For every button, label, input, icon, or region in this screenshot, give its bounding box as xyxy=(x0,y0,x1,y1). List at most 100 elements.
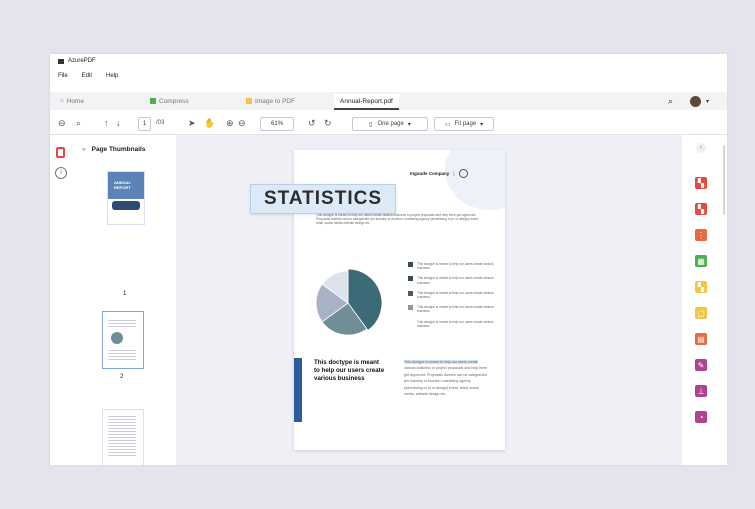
thumbnail-title: Page Thumbnails xyxy=(91,146,146,153)
convert-to-ppt-icon[interactable]: ▤ xyxy=(695,333,707,345)
legend-item: This doctype is meant to help our users … xyxy=(408,290,496,300)
legend: This doctype is meant to help our users … xyxy=(408,262,496,334)
app-title: AzurePDF xyxy=(68,58,96,64)
tab-annual-report-label: Annual-Report.pdf xyxy=(340,97,393,105)
rail-scrollbar[interactable] xyxy=(723,145,725,215)
search-icon[interactable]: ⌕ xyxy=(76,116,81,130)
tab-home-label: Home xyxy=(66,97,84,105)
page-icon: ▯ xyxy=(369,121,373,128)
tab-annual-report[interactable]: Annual-Report.pdf xyxy=(334,94,399,110)
thumbnail-page-3[interactable] xyxy=(102,409,144,465)
split-icon[interactable]: ▚ xyxy=(695,203,707,215)
menu-bar: File Edit Help xyxy=(50,70,727,82)
page-number-input[interactable]: 1 xyxy=(138,117,152,131)
app-logo-icon xyxy=(58,58,64,64)
company-name: Ingoude Company xyxy=(410,171,450,176)
callout-bar xyxy=(294,358,302,422)
thumbnail-label-1: 1 xyxy=(123,291,127,297)
body-highlight: This doctype is meant to help our users … xyxy=(404,360,478,364)
thumb-pie xyxy=(111,332,123,344)
legend-swatch xyxy=(408,276,413,282)
edit-pdf-icon[interactable]: ✎ xyxy=(695,359,707,371)
legend-label: This doctype is meant to help our users … xyxy=(417,319,494,328)
body-rest: various business or project proposals an… xyxy=(404,366,488,397)
thumbnail-page-2[interactable] xyxy=(102,311,144,369)
body-text: This doctype is meant to help our users … xyxy=(404,359,488,397)
tab-image-to-pdf[interactable]: Image to PDF xyxy=(246,94,295,108)
arrow-down-icon[interactable]: ↓ xyxy=(116,116,121,130)
hand-tool-icon[interactable]: ✋ xyxy=(204,116,215,130)
convert-to-excel-icon[interactable]: ▦ xyxy=(695,255,707,267)
cover-title: ANNUAL REPORT xyxy=(114,180,131,190)
tab-strip: ⌂ Home Compress Image to PDF Annual-Repo… xyxy=(50,94,727,110)
chevron-down-icon: ▾ xyxy=(407,121,411,128)
rotate-left-icon[interactable]: ↺ xyxy=(308,116,316,130)
thumbnail-header: « Page Thumbnails xyxy=(82,146,145,153)
left-rail: i xyxy=(50,135,73,465)
legend-label: This doctype is meant to help our users … xyxy=(417,276,494,285)
zoom-in-icon[interactable]: ⊕ xyxy=(226,116,234,130)
tab-compress-label: Compress xyxy=(159,97,189,105)
cover-image xyxy=(112,201,140,210)
pdf-file-icon[interactable] xyxy=(56,147,65,158)
toolbar: ⊖ ⌕ ↑ ↓ 1 /03 ➤ ✋ ⊕ ⊖ 61% ↺ ↻ ▯ One page… xyxy=(50,112,727,135)
fit-mode-select[interactable]: ▭ Fit page ▾ xyxy=(434,117,494,131)
zoom-input[interactable]: 61% xyxy=(260,117,294,131)
legend-label: This doctype is meant to help our users … xyxy=(417,305,494,314)
collapse-right-icon[interactable]: ‹ xyxy=(696,143,706,153)
title-bar: AzurePDF xyxy=(50,54,727,68)
thumbnail-panel: « Page Thumbnails ANNUAL REPORT 1 2 3 xyxy=(72,135,176,465)
protect-icon[interactable]: ◔ xyxy=(695,411,707,423)
menu-help[interactable]: Help xyxy=(106,73,118,79)
menu-edit[interactable]: Edit xyxy=(82,73,92,79)
fit-page-icon: ▭ xyxy=(444,121,451,128)
legend-swatch xyxy=(408,290,413,296)
view-mode-label: One page xyxy=(377,121,404,127)
zoom-out-icon[interactable]: ⊖ xyxy=(238,116,246,130)
merge-icon[interactable]: ▚ xyxy=(695,177,707,189)
legend-item: This doctype is meant to help our users … xyxy=(408,262,496,270)
rotate-right-icon[interactable]: ↻ xyxy=(324,116,332,130)
comment-icon[interactable]: ⊖ xyxy=(58,116,66,130)
menu-file[interactable]: File xyxy=(58,73,68,79)
chevron-down-icon: ▾ xyxy=(706,98,710,105)
company-header: Ingoude Company | xyxy=(410,169,468,178)
page-decoration xyxy=(445,150,505,210)
arrow-up-icon[interactable]: ↑ xyxy=(104,116,109,130)
page-total: /03 xyxy=(156,120,165,126)
home-icon: ⌂ xyxy=(60,98,64,104)
tab-home[interactable]: ⌂ Home xyxy=(60,94,84,108)
user-avatar[interactable]: ▾ xyxy=(690,94,709,108)
collapse-panel-icon[interactable]: « xyxy=(82,146,86,153)
select-tool-icon[interactable]: ➤ xyxy=(188,116,196,130)
organize-icon[interactable]: ⋮ xyxy=(695,229,707,241)
legend-item: This doctype is meant to help our users … xyxy=(408,276,496,285)
thumbnail-page-1[interactable]: ANNUAL REPORT xyxy=(107,171,145,225)
thumbnail-label-2: 2 xyxy=(120,374,124,380)
statistics-heading: STATISTICS xyxy=(263,188,383,209)
tab-compress[interactable]: Compress xyxy=(150,94,189,108)
thumb-lines xyxy=(108,320,136,328)
image-icon xyxy=(246,98,252,104)
legend-label: This doctype is meant to help our users … xyxy=(417,262,494,271)
thumb-callout xyxy=(108,350,136,360)
avatar-icon xyxy=(690,95,701,107)
tab-image-to-pdf-label: Image to PDF xyxy=(255,97,296,105)
company-logo-icon xyxy=(458,169,468,178)
sign-icon[interactable]: ⊥ xyxy=(695,385,707,397)
pie-chart xyxy=(315,268,383,336)
callout-text: This doctype is meant to help our users … xyxy=(314,359,385,382)
thumb-text xyxy=(108,416,136,458)
legend-item: This doctype is meant to help our users … xyxy=(408,305,496,313)
comment-tool-icon[interactable]: ▢ xyxy=(695,307,707,319)
intro-text: This doctype is meant to help our users … xyxy=(316,213,480,226)
info-icon[interactable]: i xyxy=(55,167,67,179)
legend-label: This doctype is meant to help our users … xyxy=(417,290,494,300)
statistics-banner[interactable]: STATISTICS xyxy=(250,184,396,214)
view-mode-select[interactable]: ▯ One page ▾ xyxy=(352,117,428,131)
chevron-down-icon: ▾ xyxy=(480,121,484,128)
notification-icon[interactable]: ⌕ xyxy=(668,94,673,108)
image-to-pdf-icon[interactable]: ▚ xyxy=(695,281,707,293)
legend-swatch xyxy=(408,305,413,311)
compress-icon xyxy=(150,98,156,104)
